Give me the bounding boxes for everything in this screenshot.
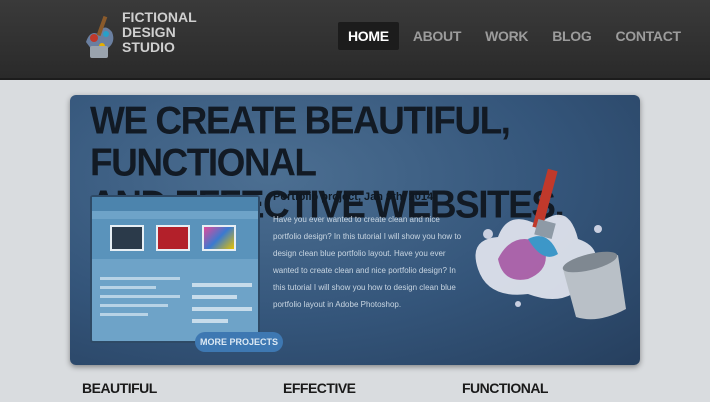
preview-topbar bbox=[92, 197, 258, 211]
feature-columns: BEAUTIFUL EFFECTIVE FUNCTIONAL bbox=[0, 376, 710, 402]
preview-sidebar bbox=[192, 283, 252, 331]
logo-text: FICTIONAL DESIGN STUDIO bbox=[122, 10, 197, 55]
logo-line-1: FICTIONAL bbox=[122, 9, 197, 25]
column-heading-effective: EFFECTIVE bbox=[283, 380, 356, 396]
nav-item-home[interactable]: HOME bbox=[338, 22, 399, 50]
nav-item-about[interactable]: ABOUT bbox=[403, 22, 471, 50]
preview-thumb-2 bbox=[156, 225, 190, 251]
preview-text-lines bbox=[100, 277, 180, 322]
logo-line-3: STUDIO bbox=[122, 39, 175, 55]
hero-banner: WE CREATE BEAUTIFUL, FUNCTIONAL AND EFFE… bbox=[70, 95, 640, 365]
nav-item-work[interactable]: WORK bbox=[475, 22, 538, 50]
main-nav: HOME ABOUT WORK BLOG CONTACT bbox=[338, 22, 695, 50]
more-projects-button[interactable]: MORE PROJECTS bbox=[195, 332, 283, 352]
preview-thumb-3 bbox=[202, 225, 236, 251]
nav-item-blog[interactable]: BLOG bbox=[542, 22, 601, 50]
preview-thumb-1 bbox=[110, 225, 144, 251]
portfolio-preview-image[interactable] bbox=[90, 195, 260, 343]
post-body: Have you ever wanted to create clean and… bbox=[273, 215, 462, 309]
nav-item-contact[interactable]: CONTACT bbox=[605, 22, 690, 50]
paint-bucket-brush-icon bbox=[475, 168, 626, 320]
column-heading-beautiful: BEAUTIFUL bbox=[82, 380, 157, 396]
logo[interactable]: FICTIONAL DESIGN STUDIO bbox=[82, 8, 197, 70]
site-header: FICTIONAL DESIGN STUDIO HOME ABOUT WORK … bbox=[0, 0, 710, 80]
column-heading-functional: FUNCTIONAL bbox=[462, 380, 549, 396]
post-title[interactable]: Portfolio project, Jan 9th, 2014 bbox=[273, 191, 433, 203]
logo-line-2: DESIGN bbox=[122, 24, 176, 40]
paint-splash-logo-icon bbox=[86, 15, 114, 58]
